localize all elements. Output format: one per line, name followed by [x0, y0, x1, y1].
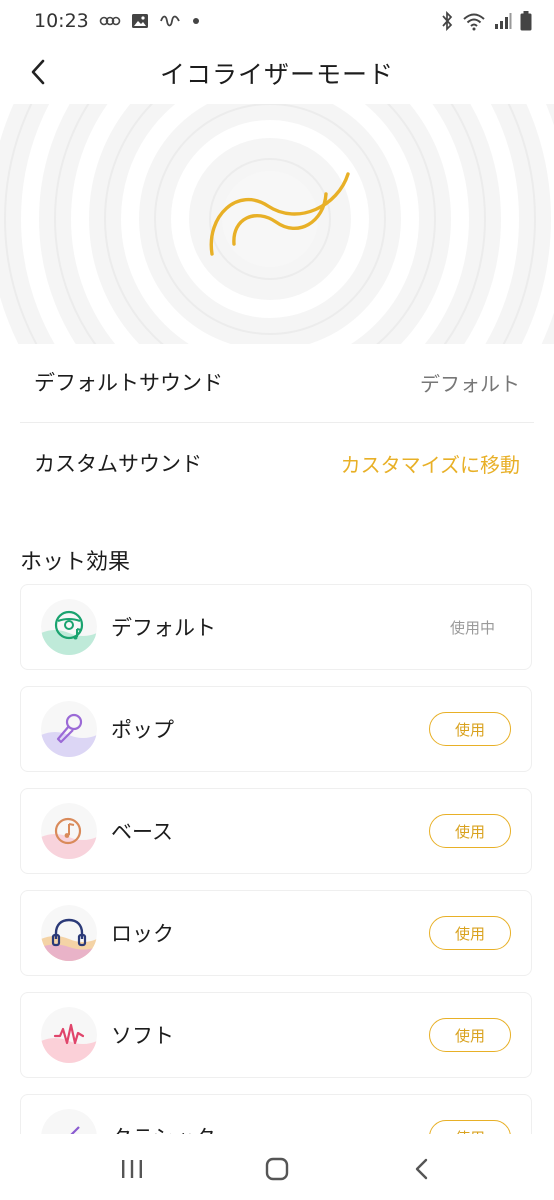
- effect-name: ソフト: [111, 1024, 174, 1048]
- page-title: イコライザーモード: [159, 60, 394, 89]
- chevron-left-icon: [31, 59, 45, 85]
- effect-name: ロック: [111, 922, 174, 946]
- microphone-icon: [41, 701, 97, 757]
- violin-icon: [41, 1109, 97, 1134]
- link-icon: [99, 14, 121, 28]
- effect-item-soft[interactable]: ソフト 使用: [20, 992, 532, 1078]
- sound-settings-list: デフォルトサウンド デフォルト カスタムサウンド カスタマイズに移動: [0, 342, 554, 503]
- effect-name: デフォルト: [111, 616, 216, 640]
- effect-item-default[interactable]: デフォルト 使用中: [20, 584, 532, 670]
- dot-icon: [191, 16, 201, 26]
- use-button[interactable]: 使用: [429, 916, 511, 950]
- effect-item-bass[interactable]: ベース 使用: [20, 788, 532, 874]
- signal-icon: [494, 12, 512, 30]
- system-nav-bar: [0, 1138, 554, 1200]
- headphones-icon: [41, 905, 97, 961]
- vinyl-disc-icon: [41, 599, 97, 655]
- bluetooth-icon: [440, 11, 454, 31]
- default-sound-label: デフォルトサウンド: [34, 371, 223, 395]
- custom-sound-label: カスタムサウンド: [34, 452, 202, 476]
- home-button[interactable]: [247, 1147, 307, 1191]
- status-bar: 10:23: [0, 0, 554, 42]
- app-icon: [159, 13, 181, 29]
- equalizer-wave-icon: [209, 172, 350, 256]
- soundwave-icon: [41, 1007, 97, 1063]
- custom-sound-row[interactable]: カスタムサウンド カスタマイズに移動: [0, 423, 554, 503]
- effect-item-pop[interactable]: ポップ 使用: [20, 686, 532, 772]
- status-time: 10:23: [34, 10, 89, 32]
- effect-name: ベース: [111, 820, 173, 844]
- back-icon: [415, 1158, 427, 1180]
- music-disc-icon: [41, 803, 97, 859]
- effect-name: ポップ: [111, 718, 174, 742]
- wifi-icon: [462, 11, 486, 31]
- default-sound-value: デフォルト: [420, 371, 520, 396]
- app-header: イコライザーモード: [0, 42, 554, 104]
- recents-icon: [122, 1160, 143, 1178]
- system-back-button[interactable]: [392, 1147, 452, 1191]
- home-icon: [265, 1157, 289, 1181]
- effect-item-classic[interactable]: クラシック 使用: [20, 1094, 532, 1134]
- effect-name: クラシック: [111, 1122, 429, 1134]
- use-button[interactable]: 使用: [429, 1018, 511, 1052]
- use-button[interactable]: 使用: [429, 1120, 511, 1134]
- battery-icon: [520, 11, 532, 31]
- customize-link[interactable]: カスタマイズに移動: [341, 449, 520, 478]
- effect-item-rock[interactable]: ロック 使用: [20, 890, 532, 976]
- use-button[interactable]: 使用: [429, 712, 511, 746]
- use-button[interactable]: 使用: [429, 814, 511, 848]
- in-use-status: 使用中: [449, 618, 495, 637]
- recents-button[interactable]: [102, 1147, 162, 1191]
- hero-banner: [0, 104, 554, 344]
- hot-effects-title: ホット効果: [20, 550, 131, 575]
- back-button[interactable]: [18, 50, 58, 94]
- default-sound-row[interactable]: デフォルトサウンド デフォルト: [0, 342, 554, 422]
- hot-effects-list: デフォルト 使用中 ポップ 使用 ベース 使用 ロック 使用 ソフト 使用: [20, 584, 532, 1134]
- gallery-icon: [131, 12, 149, 30]
